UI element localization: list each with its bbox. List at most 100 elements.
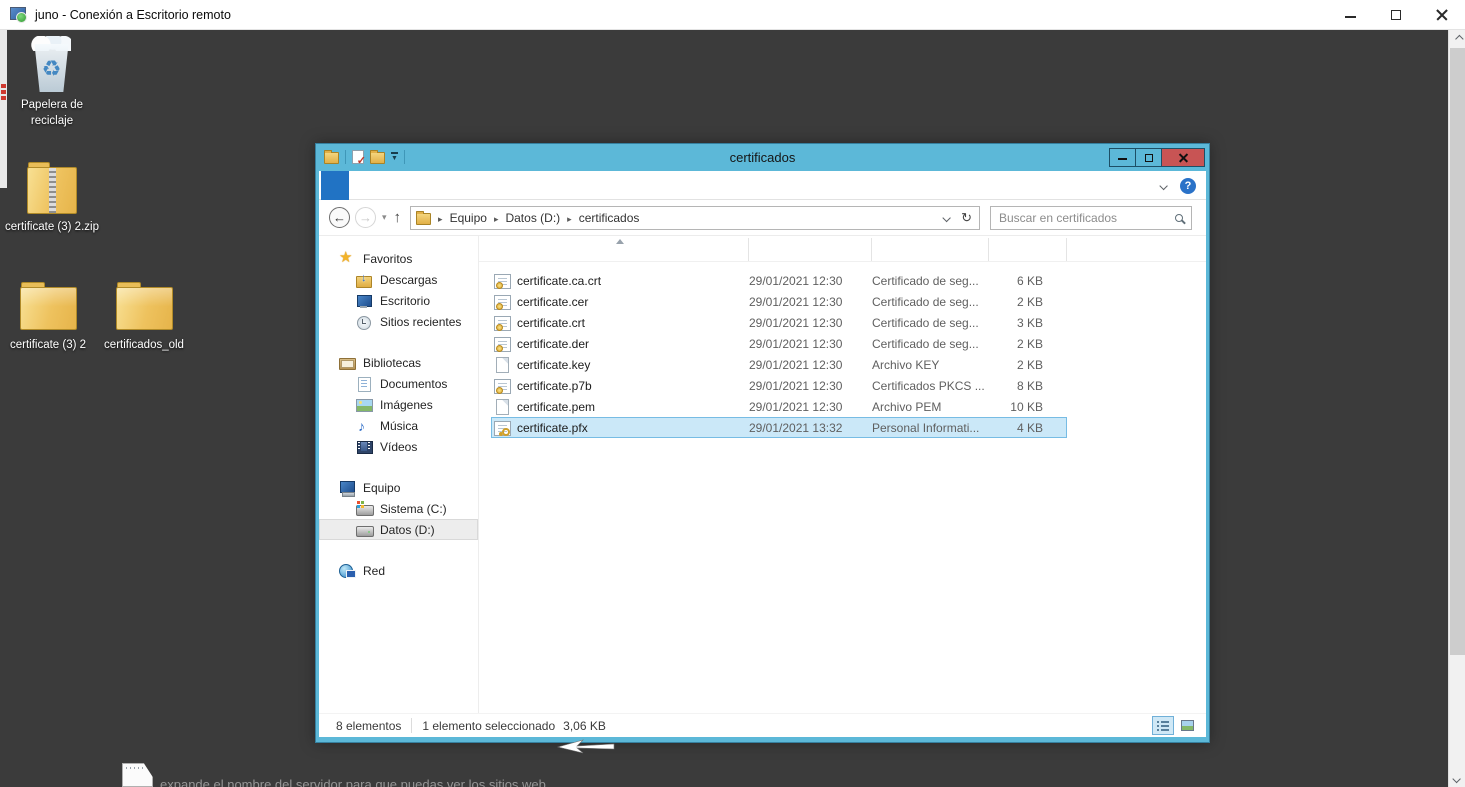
location-folder-icon xyxy=(416,213,431,225)
quick-access-toolbar: ▼ xyxy=(324,150,405,164)
desktop-icon[interactable]: certificate (3) 2.zip xyxy=(5,158,99,235)
sidebar-item-label: Música xyxy=(380,419,418,433)
details-view-icon xyxy=(1157,721,1169,731)
thumbnails-view-button[interactable] xyxy=(1176,716,1198,735)
scrollbar-thumb[interactable] xyxy=(1450,48,1465,655)
file-type-cell: Certificados PKCS ... xyxy=(872,379,989,393)
refresh-icon[interactable] xyxy=(961,210,972,226)
rdp-maximize-button[interactable] xyxy=(1373,0,1419,30)
address-bar: Equipo Datos (D:) certificados xyxy=(319,200,1206,236)
column-header[interactable] xyxy=(989,238,1067,261)
up-one-level-button[interactable] xyxy=(394,209,402,226)
sidebar-item[interactable]: Favoritos xyxy=(319,248,478,269)
file-row[interactable]: certificate.cer 29/01/2021 12:30 Certifi… xyxy=(491,291,1067,312)
folder-icon[interactable] xyxy=(324,152,339,164)
sidebar-item-label: Favoritos xyxy=(363,252,412,266)
sidebar-item-icon xyxy=(356,439,373,455)
desktop-icon[interactable]: certificados_old xyxy=(97,276,191,353)
explorer-window-controls xyxy=(1110,148,1205,167)
search-icon[interactable] xyxy=(1175,214,1183,222)
file-name: certificate.pem xyxy=(517,400,595,414)
sidebar-item[interactable]: Bibliotecas xyxy=(319,352,478,373)
file-row[interactable]: certificate.p7b 29/01/2021 12:30 Certifi… xyxy=(491,375,1067,396)
ribbon-tab[interactable] xyxy=(349,171,377,200)
rdp-minimize-button[interactable] xyxy=(1327,0,1373,30)
recent-locations-dropdown-icon[interactable] xyxy=(382,212,387,223)
properties-icon[interactable] xyxy=(352,150,364,164)
minimize-icon xyxy=(1345,16,1356,18)
back-button[interactable] xyxy=(329,207,350,228)
file-type-icon xyxy=(494,336,511,352)
sidebar-item[interactable]: Sistema (C:) xyxy=(319,498,478,519)
column-header[interactable] xyxy=(479,238,749,261)
address-box-controls xyxy=(945,210,972,226)
file-list-pane: certificate.ca.crt 29/01/2021 12:30 Cert… xyxy=(479,236,1206,713)
file-row[interactable]: certificate.der 29/01/2021 12:30 Certifi… xyxy=(491,333,1067,354)
explorer-maximize-button[interactable] xyxy=(1135,148,1162,167)
sidebar-item-icon xyxy=(356,314,373,330)
search-input[interactable] xyxy=(999,211,1175,225)
file-type-icon xyxy=(494,273,511,289)
toolbar-separator xyxy=(345,150,346,164)
breadcrumb-item[interactable]: Datos (D:) xyxy=(505,211,560,225)
file-date-cell: 29/01/2021 12:30 xyxy=(749,337,872,351)
details-view-button[interactable] xyxy=(1152,716,1174,735)
rdp-close-button[interactable] xyxy=(1419,0,1465,30)
sidebar-item-icon xyxy=(356,376,373,392)
forward-button[interactable] xyxy=(355,207,376,228)
explorer-minimize-button[interactable] xyxy=(1109,148,1136,167)
address-box[interactable]: Equipo Datos (D:) certificados xyxy=(410,206,980,230)
file-row[interactable]: certificate.key 29/01/2021 12:30 Archivo… xyxy=(491,354,1067,375)
ribbon-tab[interactable] xyxy=(405,171,433,200)
new-folder-icon[interactable] xyxy=(370,152,385,164)
toolbar-separator xyxy=(404,150,405,164)
explorer-titlebar: certificados ▼ xyxy=(316,144,1209,171)
view-buttons xyxy=(1152,716,1198,735)
sidebar-item[interactable]: Datos (D:) xyxy=(319,519,478,540)
rdp-vertical-scrollbar[interactable] xyxy=(1448,30,1465,787)
sidebar-item-label: Documentos xyxy=(380,377,447,391)
breadcrumb-arrow-icon[interactable] xyxy=(487,214,506,224)
sidebar-item[interactable]: Documentos xyxy=(319,373,478,394)
file-row[interactable]: certificate.pfx 29/01/2021 13:32 Persona… xyxy=(491,417,1067,438)
breadcrumb-item[interactable]: Equipo xyxy=(450,211,487,225)
breadcrumb-arrow-icon[interactable] xyxy=(560,214,579,224)
column-header[interactable] xyxy=(872,238,989,261)
sidebar-item-icon xyxy=(356,397,373,413)
scrollbar-up-button[interactable] xyxy=(1449,30,1465,47)
explorer-close-button[interactable] xyxy=(1161,148,1205,167)
desktop-icon[interactable]: certificate (3) 2 xyxy=(1,276,95,353)
file-name-cell: certificate.ca.crt xyxy=(491,273,749,289)
customize-toolbar-icon[interactable]: ▼ xyxy=(391,152,398,162)
sidebar-item[interactable]: Red xyxy=(319,560,478,581)
file-size-cell: 2 KB xyxy=(989,358,1055,372)
sidebar-item[interactable]: Escritorio xyxy=(319,290,478,311)
breadcrumb-item[interactable]: certificados xyxy=(579,211,640,225)
file-name: certificate.cer xyxy=(517,295,588,309)
file-row[interactable]: certificate.ca.crt 29/01/2021 12:30 Cert… xyxy=(491,270,1067,291)
file-row[interactable]: certificate.pem 29/01/2021 12:30 Archivo… xyxy=(491,396,1067,417)
file-type-icon xyxy=(494,315,511,331)
scrollbar-down-button[interactable] xyxy=(1449,770,1465,787)
desktop-icon[interactable]: Papelera de reciclaje xyxy=(5,36,99,129)
sidebar-item[interactable]: Vídeos xyxy=(319,436,478,457)
sidebar-item[interactable]: Descargas xyxy=(319,269,478,290)
sidebar-item-label: Descargas xyxy=(380,273,437,287)
desktop-icon-image xyxy=(1,276,95,334)
address-dropdown-icon[interactable] xyxy=(942,213,950,221)
sidebar-item[interactable]: Música xyxy=(319,415,478,436)
ribbon-tab[interactable] xyxy=(321,171,349,200)
column-header[interactable] xyxy=(749,238,872,261)
help-icon[interactable] xyxy=(1180,178,1196,194)
ribbon-tab[interactable] xyxy=(377,171,405,200)
sidebar-item[interactable]: Equipo xyxy=(319,477,478,498)
rdp-system-icon[interactable] xyxy=(10,7,27,23)
sidebar-item[interactable]: Imágenes xyxy=(319,394,478,415)
ribbon-bar xyxy=(319,171,1206,200)
file-size-cell: 2 KB xyxy=(989,295,1055,309)
file-size-cell: 6 KB xyxy=(989,274,1055,288)
sidebar-item-icon xyxy=(356,418,373,434)
file-row[interactable]: certificate.crt 29/01/2021 12:30 Certifi… xyxy=(491,312,1067,333)
sidebar-item[interactable]: Sitios recientes xyxy=(319,311,478,332)
breadcrumb-arrow-icon[interactable] xyxy=(431,214,450,224)
